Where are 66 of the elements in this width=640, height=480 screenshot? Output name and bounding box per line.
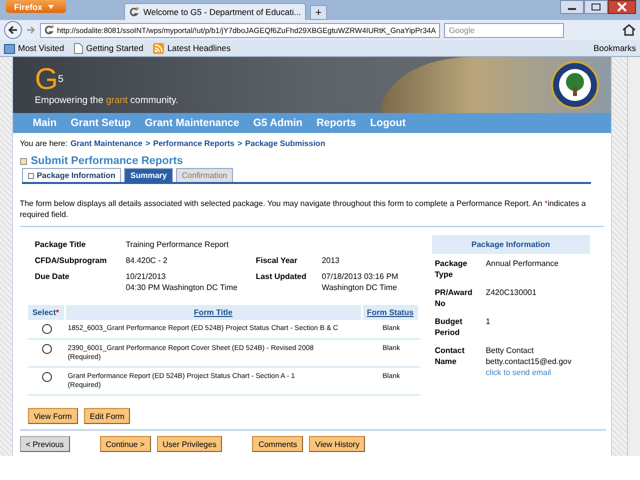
feed-icon: [153, 42, 164, 54]
new-tab-button[interactable]: +: [310, 5, 327, 20]
field-value: Z420C130001: [486, 288, 536, 297]
field-value: Annual Performance: [486, 259, 559, 268]
form-button[interactable]: Edit Form: [84, 408, 130, 424]
breadcrumb-link[interactable]: Package Submission: [245, 139, 326, 148]
nav-button[interactable]: View History: [309, 436, 366, 452]
email-link[interactable]: click to send email: [486, 367, 587, 378]
minimize-icon[interactable]: [560, 0, 584, 14]
home-icon[interactable]: [622, 24, 636, 36]
nav-button[interactable]: < Previous: [20, 436, 70, 452]
breadcrumb-link[interactable]: Grant Maintenance: [70, 139, 142, 148]
sort-link[interactable]: Form Status: [366, 308, 414, 317]
tagline: Empowering the grant community.: [34, 95, 180, 106]
bookmark-link[interactable]: Getting Started: [74, 42, 144, 54]
form-button[interactable]: View Form: [28, 408, 78, 424]
tab[interactable]: Summary: [124, 168, 173, 182]
favicon-icon: [44, 25, 54, 35]
field-label: Due Date: [34, 271, 70, 283]
field-value: 10/21/2013 04:30 PM Washington DC Time: [126, 271, 238, 293]
search-field[interactable]: Google: [444, 22, 564, 38]
field-label: Package Type: [434, 258, 468, 280]
field-value: Training Performance Report: [126, 239, 230, 250]
maximize-icon[interactable]: [584, 0, 608, 14]
bookmark-link[interactable]: Most Visited: [4, 42, 64, 54]
tab-icon: [28, 172, 34, 178]
intro-text: The form below displays all details associated with selected package. You may navigate throughout this form to complete a Performance Report. An *indicates a required field.: [20, 198, 604, 227]
page-icon: [74, 42, 84, 54]
field-label: CFDA/Subprogram: [34, 255, 108, 266]
scrollbar[interactable]: [627, 57, 640, 456]
radio-button[interactable]: [42, 324, 52, 334]
nav-button[interactable]: Comments: [252, 436, 304, 452]
breadcrumb-separator: >: [145, 139, 150, 148]
column-header: Select*: [28, 305, 66, 320]
field-label: Package Title: [34, 239, 87, 250]
seal-icon: [550, 61, 599, 109]
browser-tab[interactable]: Welcome to G5 - Department of Educati...: [124, 3, 306, 20]
field-value: Betty Contact betty.contact15@ed.gov: [486, 346, 572, 366]
field-label: Contact Name: [434, 345, 466, 368]
field-value: 84.420C - 2: [126, 255, 169, 266]
favicon-icon: [129, 7, 140, 17]
field-label: Budget Period: [434, 316, 464, 338]
nav-button[interactable]: User Privileges: [156, 436, 222, 452]
panel-header: Package Information: [432, 235, 590, 254]
logo: G$^{5}$: [34, 67, 65, 93]
field-value: 07/18/2013 03:16 PM Washington DC Time: [322, 271, 400, 293]
field-value: 1: [486, 317, 490, 326]
close-icon[interactable]: [608, 0, 636, 14]
page-title: Submit Performance Reports: [30, 155, 183, 167]
back-icon[interactable]: [4, 21, 22, 39]
field-label: Fiscal Year: [256, 255, 298, 266]
bookmarks-menu[interactable]: Bookmarks: [593, 43, 636, 53]
sort-link[interactable]: Form Title: [194, 308, 232, 317]
tab[interactable]: Package Information: [22, 168, 122, 182]
bookmark-link[interactable]: Latest Headlines: [153, 42, 231, 54]
breadcrumb-separator: >: [238, 139, 242, 148]
field-label: Last Updated: [256, 271, 308, 283]
bookmark-folder-icon: [4, 42, 15, 54]
breadcrumb-label: You are here:: [20, 139, 68, 148]
section-icon: [20, 158, 27, 164]
nav-button[interactable]: Continue >: [100, 436, 151, 452]
breadcrumb-link[interactable]: Performance Reports: [153, 139, 234, 148]
field-value: 2013: [322, 255, 340, 266]
radio-button[interactable]: [42, 344, 52, 354]
field-label: PR/Award No: [434, 287, 474, 309]
radio-button[interactable]: [42, 372, 52, 382]
